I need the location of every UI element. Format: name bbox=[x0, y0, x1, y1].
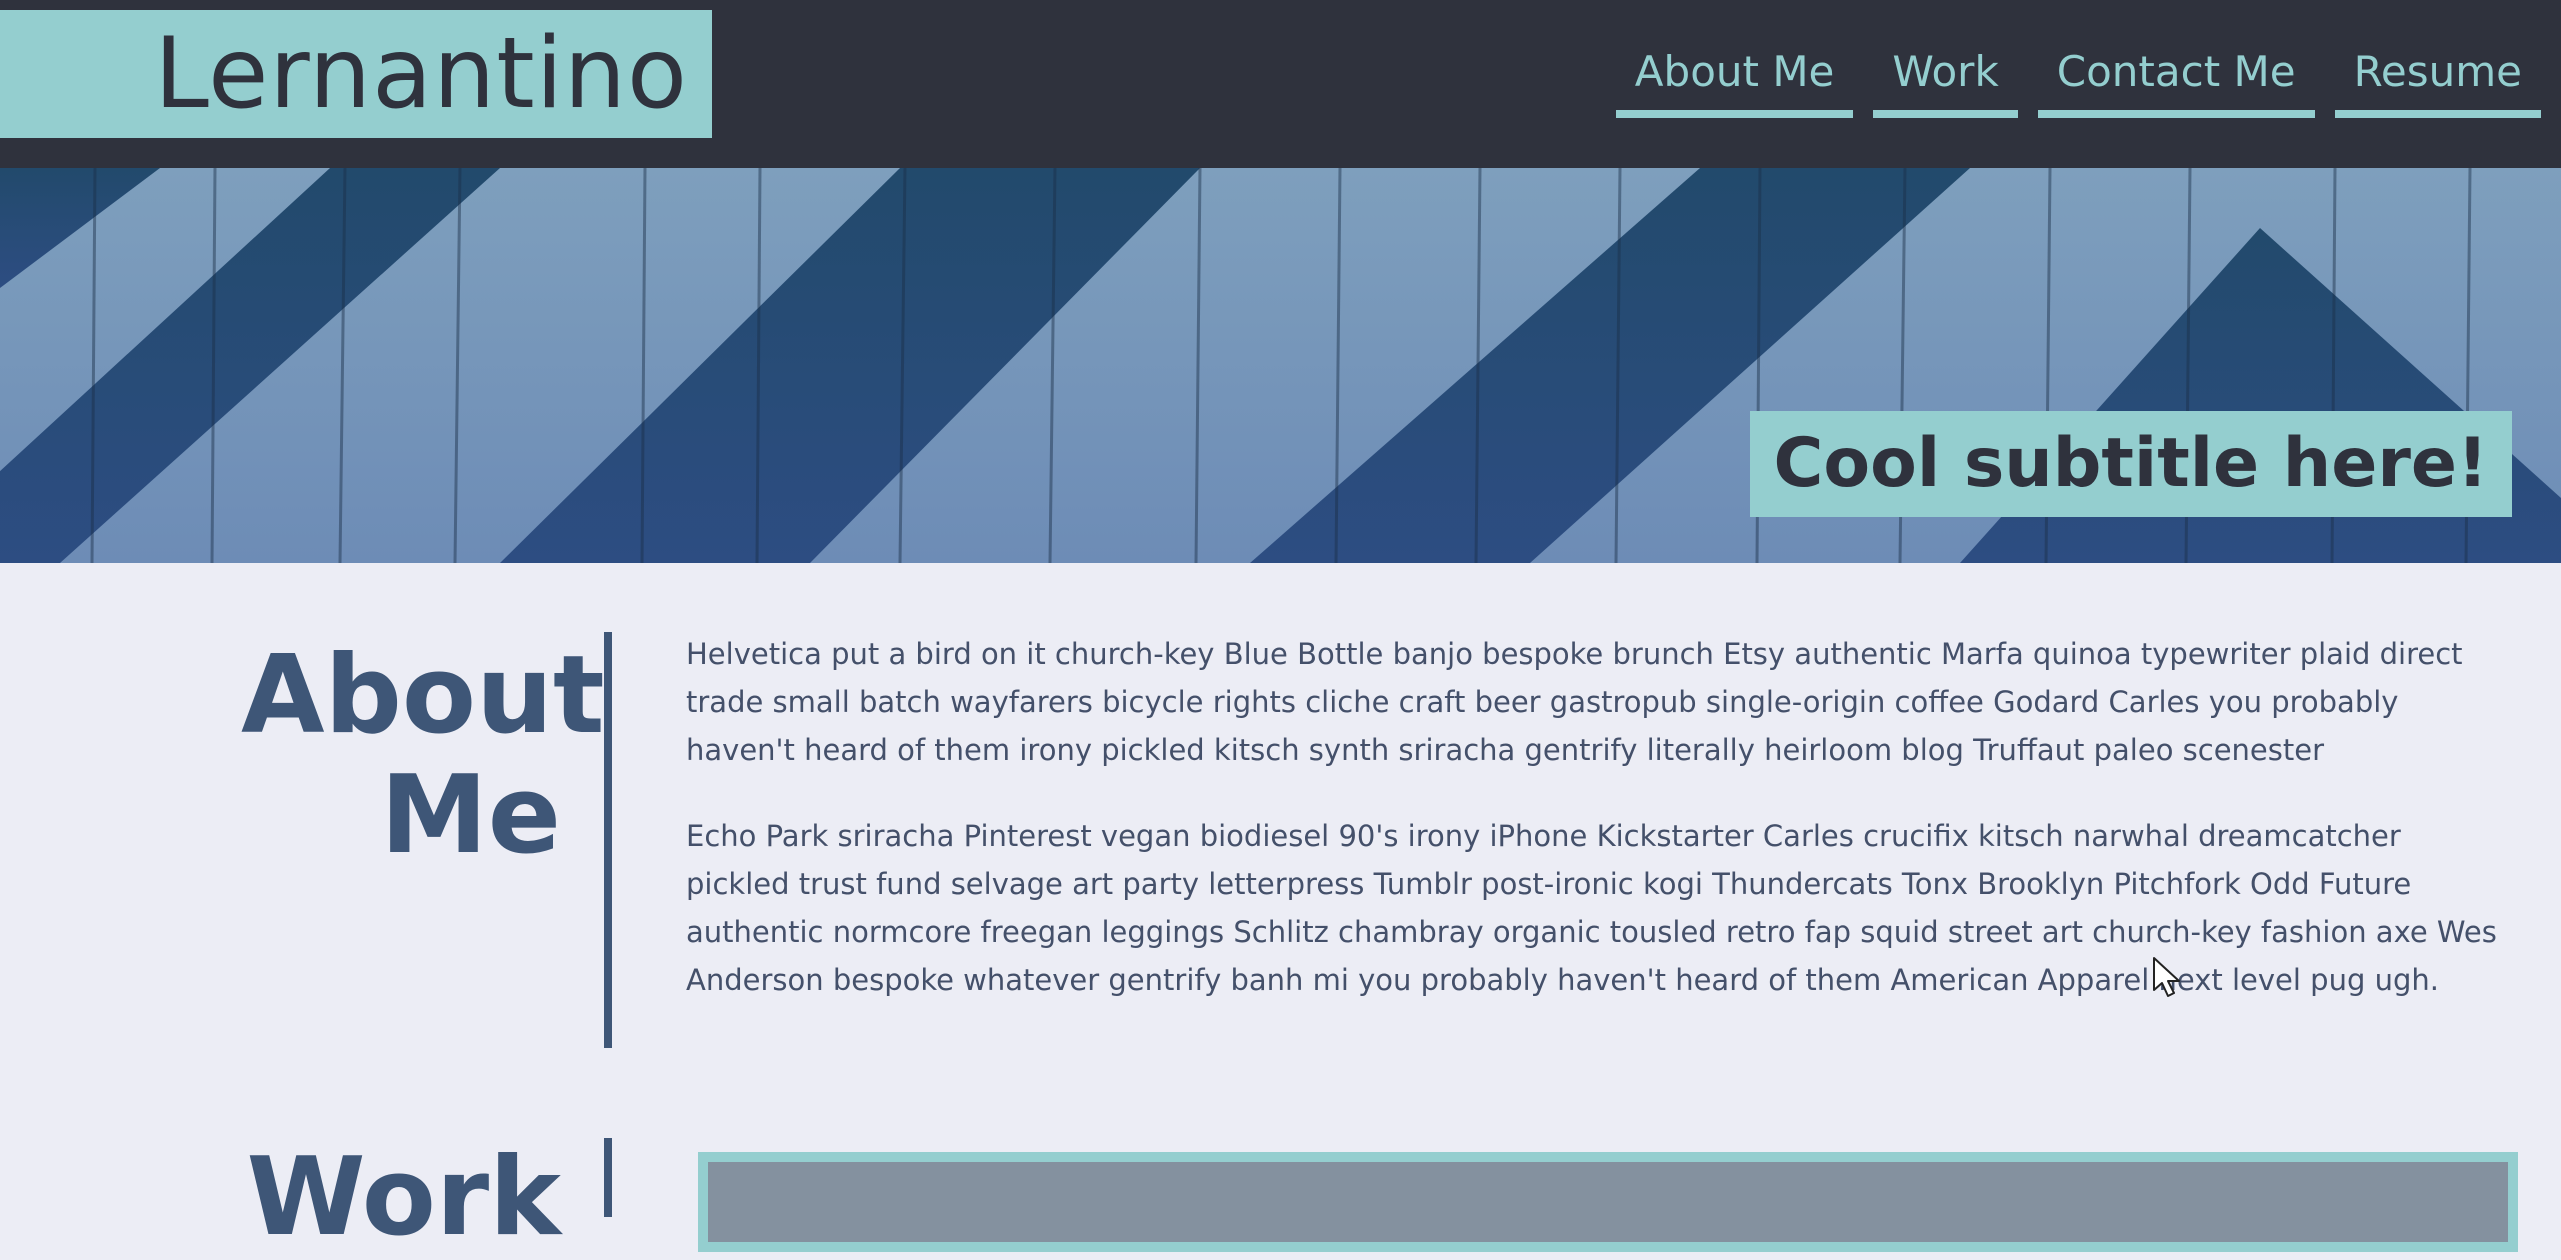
top-navbar: Lernantino About Me Work Contact Me Resu… bbox=[0, 0, 2561, 168]
about-divider bbox=[604, 632, 612, 1048]
nav-link-resume[interactable]: Resume bbox=[2334, 46, 2541, 118]
hero-banner: Cool subtitle here! bbox=[0, 168, 2561, 563]
brand-name[interactable]: Lernantino bbox=[154, 24, 688, 124]
work-heading: Work bbox=[246, 1138, 561, 1258]
hero-subtitle: Cool subtitle here! bbox=[1773, 424, 2489, 503]
about-paragraph-2: Echo Park sriracha Pinterest vegan biodi… bbox=[686, 819, 2497, 997]
work-project-card[interactable] bbox=[698, 1152, 2518, 1252]
nav-link-about-me[interactable]: About Me bbox=[1615, 46, 1854, 118]
about-me-text: Helvetica put a bird on it church-key Bl… bbox=[686, 630, 2506, 1042]
brand-logo-box[interactable]: Lernantino bbox=[0, 10, 712, 138]
work-heading-text: Work bbox=[246, 1135, 561, 1260]
mouse-pointer-icon bbox=[2153, 957, 2180, 997]
about-me-heading-text: About Me bbox=[241, 633, 605, 878]
hero-subtitle-box: Cool subtitle here! bbox=[1749, 411, 2512, 517]
work-divider bbox=[604, 1138, 612, 1217]
about-me-heading: About Me bbox=[241, 636, 605, 876]
main-nav: About Me Work Contact Me Resume bbox=[1615, 46, 2541, 118]
about-paragraph-1: Helvetica put a bird on it church-key Bl… bbox=[686, 637, 2463, 767]
nav-link-contact-me[interactable]: Contact Me bbox=[2037, 46, 2315, 118]
nav-link-work[interactable]: Work bbox=[1873, 46, 2018, 118]
